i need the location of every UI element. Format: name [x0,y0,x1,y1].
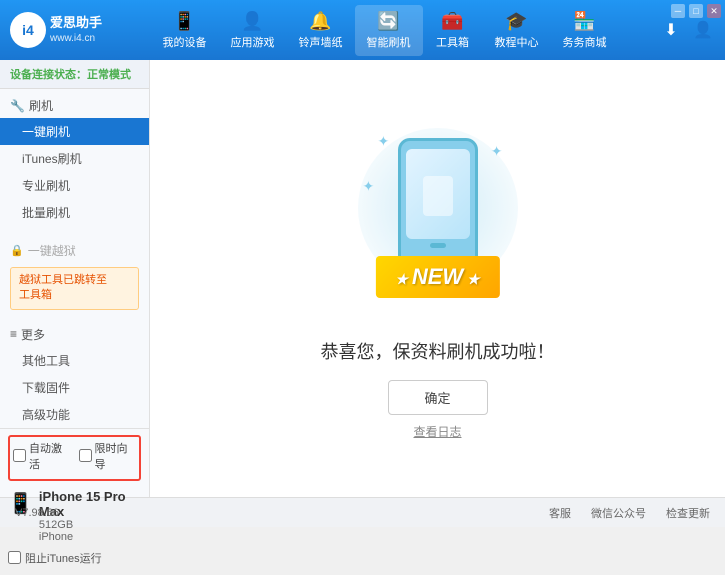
nav-tab-smart-flash[interactable]: 🔄 智能刷机 [355,5,423,56]
sidebar-item-pro-flash[interactable]: 专业刷机 [0,172,149,199]
ringtone-icon: 🔔 [309,11,331,32]
nav-tabs: 📱 我的设备 👤 应用游戏 🔔 铃声墙纸 🔄 智能刷机 🧰 工具箱 🎓 [120,5,649,56]
auto-controls-box: 自动激活 限时向导 [8,435,141,481]
sidebar-jailbreak-disabled: 🔒 一键越狱 [0,238,149,263]
sidebar-item-one-key-flash[interactable]: 一键刷机 [0,118,149,145]
sidebar-flash-header: 🔧 刷机 [0,93,149,118]
success-illustration: ✦ ✦ ✦ NEW [348,118,528,318]
sparkle-2: ✦ [491,143,503,160]
logo-text: 爱思助手 www.i4.cn [50,15,102,45]
nav-tab-app-game[interactable]: 👤 应用游戏 [219,5,287,56]
sidebar-item-advanced[interactable]: 高级功能 [0,401,149,428]
nav-tab-ringtone[interactable]: 🔔 铃声墙纸 [287,5,355,56]
flash-section-icon: 🔧 [10,99,25,113]
nav-tab-toolbox[interactable]: 🧰 工具箱 [423,5,483,56]
auto-controls: 自动激活 限时向导 [13,440,136,472]
lock-icon: 🔒 [10,244,24,257]
sidebar-status: 设备连接状态：正常模式 [0,60,149,89]
auto-activate-input[interactable] [13,449,26,462]
sparkle-1: ✦ [378,133,390,150]
toolbox-icon: 🧰 [441,11,463,32]
device-type: iPhone [39,531,141,543]
logo-area: i4 爱思助手 www.i4.cn [10,12,120,48]
version-label: V7.98.66 [15,507,59,519]
more-section-icon: ≡ [10,327,17,341]
new-ribbon: NEW [375,256,499,298]
nav-tab-service[interactable]: 🏪 务务商城 [551,5,619,56]
timing-guide-input[interactable] [79,449,92,462]
itunes-checkbox[interactable] [8,551,21,564]
nav-tab-my-device[interactable]: 📱 我的设备 [151,5,219,56]
app-game-icon: 👤 [241,11,263,32]
smart-flash-icon: 🔄 [377,11,399,32]
sidebar-jailbreak-notice: 越狱工具已跳转至工具箱 [10,267,139,310]
sidebar: 设备连接状态：正常模式 🔧 刷机 一键刷机 iTunes刷机 专业刷机 批量刷机 [0,60,150,497]
confirm-button[interactable]: 确定 [388,380,488,415]
account-button[interactable]: 👤 [691,18,715,42]
footer-link-service[interactable]: 客服 [549,505,571,521]
service-icon: 🏪 [573,11,595,32]
sidebar-item-other-tools[interactable]: 其他工具 [0,347,149,374]
sidebar-bottom: 自动激活 限时向导 📱 iPhone 15 Pro Max 512GB iPho… [0,428,149,575]
tutorial-icon: 🎓 [505,11,527,32]
sidebar-flash-section: 🔧 刷机 一键刷机 iTunes刷机 专业刷机 批量刷机 [0,89,149,230]
maximize-button[interactable]: □ [689,4,703,18]
auto-activate-checkbox[interactable]: 自动激活 [13,440,71,472]
footer-link-update[interactable]: 检查更新 [666,505,710,521]
download-button[interactable]: ⬇ [659,18,683,42]
phone-screen [406,149,470,239]
nav-tab-tutorial[interactable]: 🎓 教程中心 [483,5,551,56]
logo-icon: i4 [10,12,46,48]
view-log-link[interactable]: 查看日志 [413,423,461,440]
success-message: 恭喜您，保资料刷机成功啦！ [321,338,555,364]
footer-link-wechat[interactable]: 微信公众号 [591,505,646,521]
header-right: ⬇ 👤 [659,18,715,42]
device-storage: 512GB [39,519,141,531]
my-device-icon: 📱 [173,11,195,32]
close-button[interactable]: ✕ [707,4,721,18]
sidebar-item-itunes-flash[interactable]: iTunes刷机 [0,145,149,172]
sidebar-more-header: ≡ 更多 [0,322,149,347]
itunes-bar: 阻止iTunes运行 [8,547,141,569]
sidebar-item-download-firmware[interactable]: 下载固件 [0,374,149,401]
sidebar-item-batch-flash[interactable]: 批量刷机 [0,199,149,226]
main-container: 设备连接状态：正常模式 🔧 刷机 一键刷机 iTunes刷机 专业刷机 批量刷机 [0,60,725,497]
header: ─ □ ✕ i4 爱思助手 www.i4.cn 📱 我的设备 👤 应用游戏 [0,0,725,60]
timing-guide-checkbox[interactable]: 限时向导 [79,440,137,472]
phone-button [430,243,446,248]
content-area: ✦ ✦ ✦ NEW 恭喜您，保资料刷机成功啦！ 确定 查看日志 [150,60,725,497]
sparkle-3: ✦ [363,178,375,195]
window-controls: ─ □ ✕ [671,4,721,18]
phone-illustration [398,138,478,268]
minimize-button[interactable]: ─ [671,4,685,18]
